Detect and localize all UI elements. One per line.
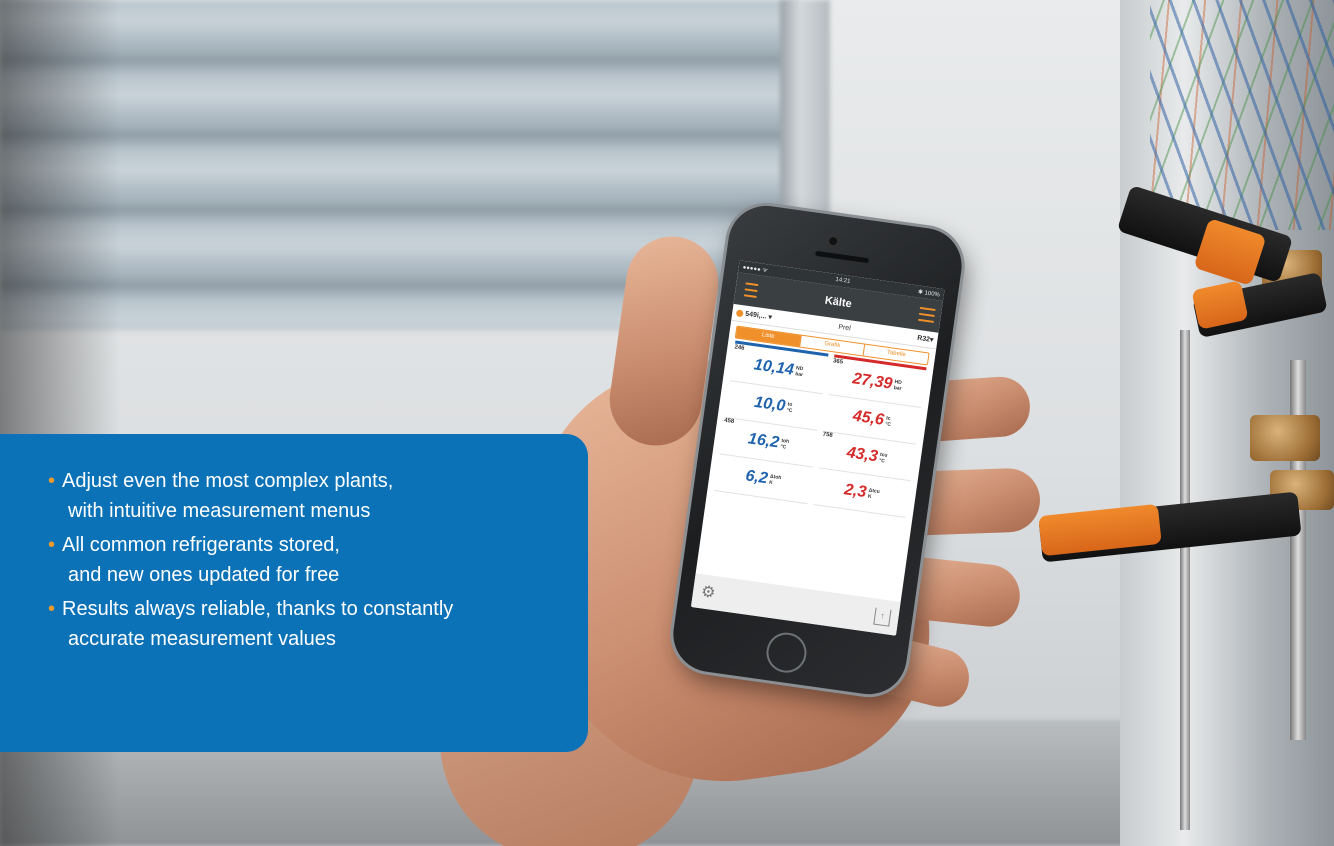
gear-icon[interactable]: ⚙: [700, 581, 717, 603]
high-side-column: 365 27,39 HD bar 45,6 tc °C 758 43,3 tcu °C…: [810, 354, 930, 518]
phone-screen: ●●●●● ᯤ 14:21 ✱ 100% Kälte 549i,... ▾ Pr…: [690, 260, 945, 636]
refrigerant-selector[interactable]: R32▾: [917, 334, 934, 344]
reading-unit: bar: [794, 371, 804, 379]
reading-value: 2,3: [843, 481, 868, 502]
feature-line: Results always reliable, thanks to const…: [62, 598, 454, 620]
pipe: [1180, 330, 1190, 830]
clock: 14:21: [835, 276, 851, 285]
feature-line: accurate measurement values: [68, 628, 336, 650]
feature-line: with intuitive measurement menus: [68, 500, 371, 522]
pressure-mode: Prel: [837, 323, 852, 332]
refrigerant-label: R32: [916, 334, 931, 344]
bullet-icon: •: [48, 598, 56, 620]
app-footer: ⚙ ↑: [690, 573, 901, 636]
feature-item: • Results always reliable, thanks to con…: [48, 594, 568, 654]
reading-value: 27,39: [851, 370, 894, 393]
hamburger-icon[interactable]: [917, 306, 936, 323]
reading-unit: K: [867, 493, 872, 500]
feature-list: • Adjust even the most complex plants, w…: [48, 466, 568, 654]
reading-columns: 246 10,14 ND bar 10,0 to °C 458 16,2 toh °C…: [707, 340, 933, 519]
probe-tag: 458: [723, 417, 735, 426]
wiring: [1150, 0, 1334, 230]
reading-value: 43,3: [845, 444, 879, 466]
feature-line: Adjust even the most complex plants,: [62, 470, 394, 492]
brass-valve: [1250, 415, 1320, 461]
reading-unit: K: [768, 479, 774, 487]
reading-value: 10,0: [753, 393, 787, 416]
battery-status: ✱ 100%: [917, 288, 941, 298]
feature-info-box: • Adjust even the most complex plants, w…: [0, 434, 588, 752]
bullet-icon: •: [48, 470, 56, 492]
app-title: Kälte: [824, 294, 853, 311]
feature-item: • All common refrigerants stored, and ne…: [48, 530, 568, 590]
home-button[interactable]: [764, 630, 809, 675]
probe-tag: 246: [734, 344, 745, 352]
bullet-icon: •: [48, 534, 56, 556]
reading-unit: °C: [780, 443, 787, 451]
feature-line: and new ones updated for free: [68, 564, 340, 586]
menu-list-icon[interactable]: [741, 282, 759, 299]
reading-unit: °C: [884, 421, 892, 428]
reading-value: 45,6: [851, 407, 885, 429]
probe-icon: [735, 309, 744, 317]
earpiece: [815, 250, 870, 264]
share-icon[interactable]: ↑: [873, 607, 892, 627]
reading-unit: bar: [893, 385, 902, 393]
reading-value: 6,2: [744, 467, 769, 488]
reading-unit: °C: [786, 407, 793, 415]
front-camera: [828, 236, 838, 246]
feature-item: • Adjust even the most complex plants, w…: [48, 466, 568, 526]
probe-tag: 758: [822, 431, 834, 439]
probe-selector[interactable]: 549i,... ▾: [735, 308, 773, 321]
reading-value: 10,14: [752, 356, 795, 379]
reading-unit: °C: [878, 457, 886, 465]
probe-label: 549i,...: [744, 310, 767, 321]
feature-line: All common refrigerants stored,: [62, 534, 340, 556]
reading-value: 16,2: [746, 430, 781, 452]
probe-tag: 365: [832, 358, 844, 366]
